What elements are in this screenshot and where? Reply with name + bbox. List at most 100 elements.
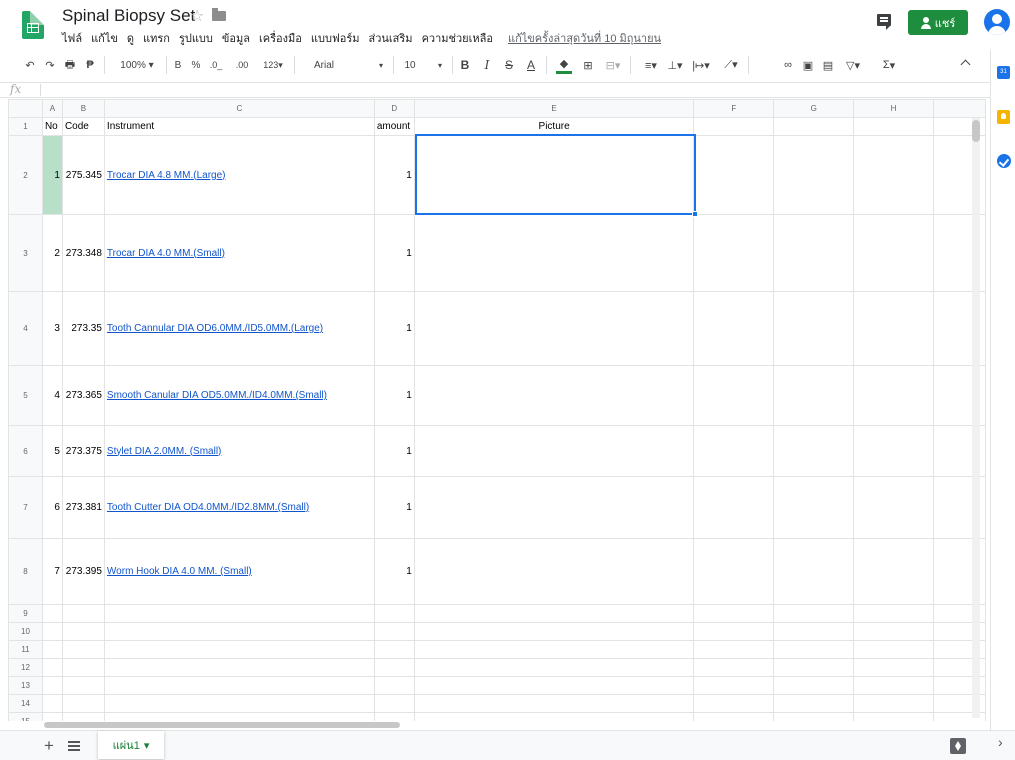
cell-picture[interactable] (413, 425, 695, 477)
column-header-h[interactable]: H (853, 99, 934, 118)
expand-side-panel-icon[interactable]: › (998, 734, 1003, 750)
cell-amount[interactable]: 1 (373, 291, 415, 366)
print-icon[interactable]: 🖶 (62, 56, 78, 74)
grid-cell[interactable] (693, 622, 775, 641)
menu-data[interactable]: ข้อมูล (222, 29, 250, 47)
fill-handle[interactable] (692, 211, 698, 217)
sheet-tab-chevron-icon[interactable]: ▾ (144, 739, 150, 752)
column-header-c[interactable]: C (103, 99, 375, 118)
cell-no[interactable]: 1 (41, 135, 63, 215)
grid-cell[interactable] (853, 604, 934, 623)
grid-cell[interactable] (693, 658, 775, 677)
cell-amount[interactable]: 1 (373, 365, 415, 426)
grid-cell[interactable] (853, 694, 934, 713)
comment-icon[interactable] (877, 14, 891, 30)
grid-cell[interactable] (61, 622, 105, 641)
cell-no[interactable]: 6 (41, 476, 63, 539)
cell-amount[interactable]: 1 (373, 476, 415, 539)
calendar-icon[interactable]: 31 (997, 66, 1010, 79)
grid-cell[interactable] (373, 640, 415, 659)
instrument-link[interactable]: Stylet DIA 2.0MM. (Small) (107, 446, 221, 457)
row-header[interactable]: 5 (8, 365, 43, 426)
last-edit-link[interactable]: แก้ไขครั้งล่าสุดวันที่ 10 มิถุนายน (508, 29, 661, 47)
sheet-grid[interactable]: A B C D E F G H 1 No Code Instrument amo… (8, 99, 986, 721)
grid-cell[interactable] (61, 640, 105, 659)
row-header[interactable]: 14 (8, 694, 43, 713)
column-header-a[interactable]: A (41, 99, 63, 118)
grid-cell[interactable] (773, 135, 855, 215)
grid-cell[interactable] (693, 712, 775, 721)
cell-code[interactable]: 273.395 (61, 538, 105, 605)
font-dropdown-chevron-icon[interactable]: ▾ (375, 56, 387, 74)
row-header[interactable]: 12 (8, 658, 43, 677)
menu-forms[interactable]: แบบฟอร์ม (311, 29, 360, 47)
grid-cell[interactable] (773, 676, 855, 695)
grid-cell[interactable] (103, 622, 375, 641)
grid-cell[interactable] (853, 712, 934, 721)
row-header[interactable]: 2 (8, 135, 43, 215)
share-button[interactable]: แชร์ (908, 10, 968, 35)
grid-cell[interactable] (853, 365, 934, 426)
grid-cell[interactable] (773, 117, 855, 136)
grid-cell[interactable] (773, 291, 855, 366)
grid-cell[interactable] (373, 622, 415, 641)
cell-amount[interactable]: 1 (373, 538, 415, 605)
grid-cell[interactable] (103, 604, 375, 623)
grid-cell[interactable] (41, 658, 63, 677)
grid-cell[interactable] (853, 476, 934, 539)
grid-cell[interactable] (853, 135, 934, 215)
number-format-select[interactable]: 123 ▾ (258, 56, 288, 74)
grid-cell[interactable] (413, 694, 695, 713)
grid-cell[interactable] (61, 712, 105, 721)
functions-button[interactable]: Σ ▾ (878, 56, 900, 74)
star-icon[interactable]: ☆ (190, 6, 204, 26)
row-header[interactable]: 15 (8, 712, 43, 721)
grid-cell[interactable] (853, 291, 934, 366)
grid-cell[interactable] (103, 640, 375, 659)
grid-cell[interactable] (693, 425, 775, 477)
cell-instrument[interactable]: Smooth Canular DIA OD5.0MM./ID4.0MM.(Sma… (103, 365, 375, 426)
text-color-button[interactable]: A (524, 56, 538, 74)
grid-cell[interactable] (693, 135, 775, 215)
row-header[interactable]: 7 (8, 476, 43, 539)
font-size-chevron-icon[interactable]: ▾ (434, 56, 446, 74)
font-size-select[interactable]: 10 (398, 56, 422, 74)
cell-instrument[interactable]: Stylet DIA 2.0MM. (Small) (103, 425, 375, 477)
cell-amount[interactable]: 1 (373, 214, 415, 292)
menu-insert[interactable]: แทรก (143, 29, 170, 47)
cell-picture[interactable] (413, 476, 695, 539)
grid-cell[interactable] (693, 640, 775, 659)
sheets-logo-icon[interactable] (22, 11, 44, 39)
paint-format-icon[interactable]: ₱ (82, 56, 98, 74)
menu-addons[interactable]: ส่วนเสริม (369, 29, 413, 47)
cell-code[interactable]: 273.381 (61, 476, 105, 539)
column-header-d[interactable]: D (373, 99, 415, 118)
header-cell-code[interactable]: Code (61, 117, 105, 136)
row-header[interactable]: 8 (8, 538, 43, 605)
grid-cell[interactable] (853, 117, 934, 136)
increase-decimal-button[interactable]: .00 (230, 56, 254, 74)
menu-format[interactable]: รูปแบบ (179, 29, 213, 47)
grid-cell[interactable] (41, 622, 63, 641)
strikethrough-button[interactable]: S (502, 56, 516, 74)
bold-button[interactable]: B (458, 56, 472, 74)
cell-picture[interactable] (413, 214, 695, 292)
filter-icon[interactable]: ▽▾ (842, 56, 864, 74)
grid-cell[interactable] (373, 694, 415, 713)
row-header[interactable]: 11 (8, 640, 43, 659)
menu-file[interactable]: ไฟล์ (62, 29, 82, 47)
cell-code[interactable]: 273.348 (61, 214, 105, 292)
grid-cell[interactable] (103, 658, 375, 677)
grid-cell[interactable] (41, 694, 63, 713)
undo-icon[interactable]: ↶ (22, 56, 38, 74)
menu-edit[interactable]: แก้ไข (91, 29, 118, 47)
grid-cell[interactable] (413, 676, 695, 695)
cell-no[interactable]: 2 (41, 214, 63, 292)
grid-cell[interactable] (853, 676, 934, 695)
header-cell-no[interactable]: No (41, 117, 63, 136)
grid-cell[interactable] (773, 538, 855, 605)
folder-icon[interactable] (212, 8, 226, 21)
doc-title[interactable]: Spinal Biopsy Set (62, 6, 195, 26)
grid-cell[interactable] (773, 365, 855, 426)
grid-cell[interactable] (41, 604, 63, 623)
